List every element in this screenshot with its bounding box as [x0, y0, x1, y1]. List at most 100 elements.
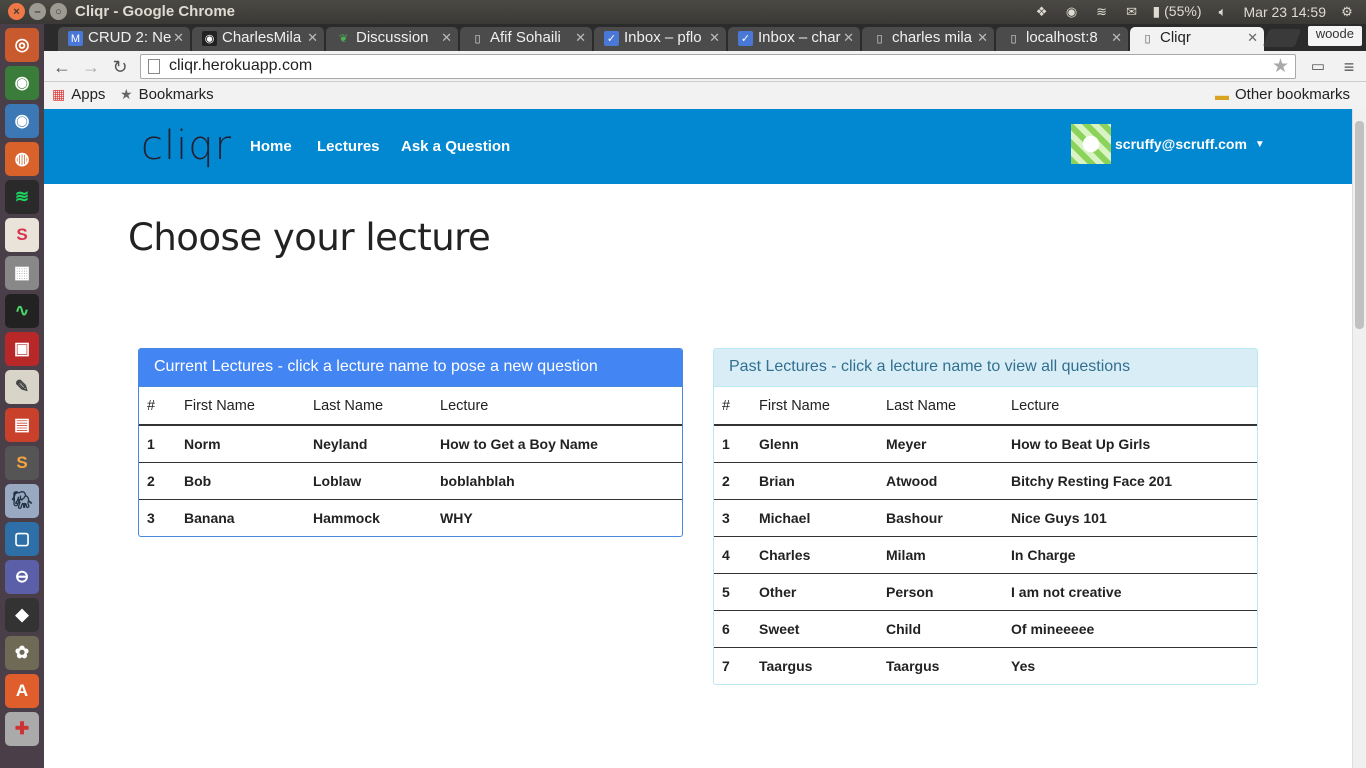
- window-close-button[interactable]: ×: [8, 3, 25, 20]
- nav-home-link[interactable]: Home: [250, 138, 292, 155]
- software-center-launcher-icon[interactable]: A: [5, 674, 39, 708]
- column-header: #: [714, 387, 751, 426]
- bookmark-star-icon[interactable]: ★: [1272, 55, 1289, 78]
- scrollbar-thumb[interactable]: [1355, 121, 1364, 329]
- slack-launcher-icon[interactable]: S: [5, 218, 39, 252]
- lecture-link[interactable]: WHY: [432, 498, 682, 536]
- clock[interactable]: Mar 23 14:59: [1244, 4, 1327, 20]
- close-tab-icon[interactable]: ✕: [441, 30, 452, 46]
- apps-bookmark[interactable]: ▦ Apps: [52, 86, 105, 103]
- settings-launcher-icon[interactable]: ✚: [5, 712, 39, 746]
- inkscape-launcher-icon[interactable]: ◆: [5, 598, 39, 632]
- folder-icon: ▬: [1215, 86, 1229, 103]
- close-tab-icon[interactable]: ✕: [307, 30, 318, 46]
- system-monitor-launcher-icon[interactable]: ∿: [5, 294, 39, 328]
- forward-arrow-icon[interactable]: →: [79, 55, 103, 79]
- browser-tab[interactable]: M CRUD 2: Ne ✕: [58, 27, 190, 51]
- calculator-launcher-icon[interactable]: ▦: [5, 256, 39, 290]
- lecture-link[interactable]: How to Beat Up Girls: [1003, 425, 1257, 462]
- chrome-icon[interactable]: ◉: [1063, 4, 1081, 20]
- bookmarks-bookmark[interactable]: ★ Bookmarks: [120, 86, 214, 103]
- tab-label: localhost:8: [1026, 29, 1098, 46]
- table-row: 7 Taargus Taargus Yes: [714, 646, 1257, 684]
- virtualbox-launcher-icon[interactable]: ▢: [5, 522, 39, 556]
- table-header-row: # First Name Last Name Lecture: [139, 387, 682, 426]
- table-row: 6 Sweet Child Of mineeeee: [714, 609, 1257, 647]
- back-arrow-icon[interactable]: ←: [50, 55, 74, 79]
- terminal-launcher-icon[interactable]: ▣: [5, 332, 39, 366]
- browser-tab[interactable]: ❦ Discussion ✕: [326, 27, 458, 51]
- nav-ask-question-link[interactable]: Ask a Question: [401, 138, 510, 155]
- browser-tab[interactable]: ◉ CharlesMila ✕: [192, 27, 324, 51]
- gimp-launcher-icon[interactable]: ✿: [5, 636, 39, 670]
- browser-tab[interactable]: ▯ charles mila ✕: [862, 27, 994, 51]
- browser-tab[interactable]: ✓ Inbox – char ✕: [728, 27, 860, 51]
- past-lectures-table: # First Name Last Name Lecture 1 Glenn Mey…: [714, 387, 1257, 684]
- cell: Brian: [751, 461, 878, 499]
- page-scrollbar[interactable]: [1352, 109, 1366, 768]
- files-launcher-icon[interactable]: ▤: [5, 408, 39, 442]
- browser-tab[interactable]: ▯ Afif Sohaili ✕: [460, 27, 592, 51]
- inbox-icon: ✓: [738, 31, 753, 46]
- user-menu[interactable]: scruffy@scruff.com ▼: [1071, 124, 1265, 164]
- cliqr-logo[interactable]: cliqr: [141, 123, 232, 169]
- browser-tab[interactable]: ▯ localhost:8 ✕: [996, 27, 1128, 51]
- browser-tab-active[interactable]: ▯ Cliqr ✕: [1130, 27, 1264, 51]
- close-tab-icon[interactable]: ✕: [575, 30, 586, 46]
- menu-icon[interactable]: ≡: [1337, 55, 1361, 79]
- wifi-icon[interactable]: ≋: [1093, 4, 1111, 20]
- sublime-launcher-icon[interactable]: S: [5, 446, 39, 480]
- page-icon: ▯: [1144, 33, 1151, 45]
- chromium-launcher-icon[interactable]: ◉: [5, 104, 39, 138]
- other-bookmarks[interactable]: ▬ Other bookmarks: [1215, 86, 1350, 103]
- postgres-launcher-icon[interactable]: 🐘︎: [5, 484, 39, 518]
- reload-icon[interactable]: ↻: [108, 55, 132, 79]
- column-header: Lecture: [1003, 387, 1257, 426]
- caret-down-icon: ▼: [1254, 138, 1265, 150]
- close-tab-icon[interactable]: ✕: [173, 30, 184, 46]
- close-tab-icon[interactable]: ✕: [709, 30, 720, 46]
- nav-lectures-link[interactable]: Lectures: [317, 138, 380, 155]
- browser-tab[interactable]: ✓ Inbox – pflo ✕: [594, 27, 726, 51]
- lecture-link[interactable]: How to Get a Boy Name: [432, 425, 682, 462]
- page-icon: ▯: [1010, 33, 1017, 45]
- lecture-link[interactable]: Of mineeeee: [1003, 609, 1257, 647]
- column-header: #: [139, 387, 176, 426]
- new-tab-button[interactable]: [1262, 29, 1302, 47]
- ubuntu-dash-icon[interactable]: ◎: [5, 28, 39, 62]
- cast-icon[interactable]: ▭: [1306, 55, 1330, 79]
- close-tab-icon[interactable]: ✕: [977, 30, 988, 46]
- table-row: 2 Bob Loblaw boblahblah: [139, 461, 682, 499]
- address-bar[interactable]: cliqr.herokuapp.com ★: [140, 54, 1296, 79]
- dropbox-icon[interactable]: ❖: [1033, 4, 1051, 20]
- eclipse-launcher-icon[interactable]: ⊖: [5, 560, 39, 594]
- lecture-link[interactable]: I am not creative: [1003, 572, 1257, 610]
- window-minimize-button[interactable]: –: [29, 3, 46, 20]
- close-tab-icon[interactable]: ✕: [1247, 30, 1258, 46]
- lecture-link[interactable]: boblahblah: [432, 461, 682, 499]
- browser-toolbar: ← → ↻ cliqr.herokuapp.com ★ ▭ ≡: [44, 51, 1366, 82]
- lecture-link[interactable]: In Charge: [1003, 535, 1257, 573]
- unity-launcher: ◎ ◉ ◉ ◍ ≋ S ▦ ∿ ▣ ✎ ▤ S 🐘︎ ▢ ⊖ ◆ ✿ A ✚: [0, 24, 44, 768]
- settings-gear-icon[interactable]: ⚙: [1338, 4, 1356, 20]
- cell: Meyer: [886, 435, 927, 452]
- lecture-link[interactable]: Bitchy Resting Face 201: [1003, 461, 1257, 499]
- lecture-link[interactable]: Nice Guys 101: [1003, 498, 1257, 536]
- volume-icon[interactable]: 🔈︎: [1214, 4, 1232, 20]
- mail-icon[interactable]: ✉: [1123, 4, 1141, 20]
- battery-indicator[interactable]: ▮ (55%): [1153, 3, 1202, 20]
- close-tab-icon[interactable]: ✕: [1111, 30, 1122, 46]
- chrome-launcher-icon[interactable]: ◉: [5, 66, 39, 100]
- firefox-launcher-icon[interactable]: ◍: [5, 142, 39, 176]
- text-editor-launcher-icon[interactable]: ✎: [5, 370, 39, 404]
- profile-button[interactable]: woode: [1307, 26, 1362, 46]
- spotify-launcher-icon[interactable]: ≋: [5, 180, 39, 214]
- close-tab-icon[interactable]: ✕: [843, 30, 854, 46]
- lecture-link[interactable]: Yes: [1003, 646, 1257, 684]
- cell: 1: [147, 435, 155, 452]
- cell: 3: [139, 498, 176, 536]
- cell: Atwood: [878, 461, 1003, 499]
- user-email: scruffy@scruff.com: [1115, 136, 1247, 152]
- window-maximize-button[interactable]: ○: [50, 3, 67, 20]
- current-lectures-heading: Current Lectures - click a lecture name …: [139, 349, 682, 387]
